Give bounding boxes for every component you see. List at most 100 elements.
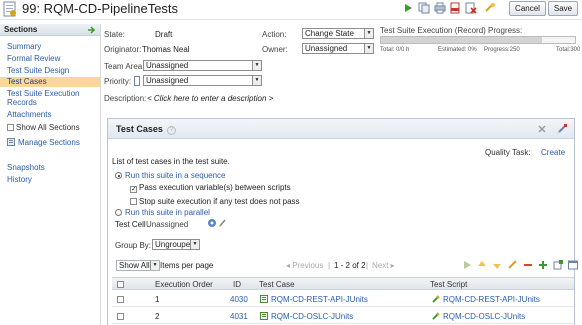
link-icon[interactable] [508,260,518,270]
show-all-sections[interactable]: Show All Sections [7,123,80,132]
items-per-page-label: Items per page [160,261,214,270]
test-cases-intro: List of test cases in the test suite. [112,157,230,166]
sidebar-item-snapshots[interactable]: Snapshots [7,163,45,172]
remove-icon[interactable] [523,260,533,270]
run-icon[interactable] [462,260,472,270]
row-execution-order: 2 [155,312,160,321]
run-parallel-option[interactable]: Run this suite in parallel [115,208,210,217]
column-header-id[interactable]: ID [233,280,241,289]
print-icon[interactable] [434,2,446,14]
row-checkbox-cell[interactable] [117,312,126,321]
run-sequence-label: Run this suite in a sequence [125,171,226,180]
test-suite-icon [3,1,16,17]
items-per-page-value: Show All [119,261,150,270]
progress-bar [380,36,576,44]
row-checkbox[interactable] [117,296,124,303]
originator-value: Thomas Neal [142,45,190,54]
sidebar-item-test-suite-design[interactable]: Test Suite Design [7,66,69,75]
pdf-icon[interactable] [449,2,461,14]
table-row[interactable]: 1 4030 RQM-CD-REST-API-JUnits RQM-CD-RES… [112,292,574,307]
row-test-case-cell: RQM-CD-OSLC-JUnits [260,312,353,321]
test-cell-select-icon[interactable] [207,218,217,228]
stop-on-fail-option[interactable]: Stop suite execution if any test does no… [130,197,300,206]
sidebar-item-formal-review[interactable]: Formal Review [7,54,60,63]
test-cell-edit-icon[interactable] [218,218,227,228]
priority-select[interactable]: Unassigned ▼ [143,75,262,86]
sidebar-item-test-suite-execution[interactable]: Test Suite Execution [7,89,79,98]
manage-sections-link[interactable]: Manage Sections [7,138,80,147]
progress-estimated: Estimated: 0% [438,47,477,53]
chevron-down-icon: ▼ [150,261,159,270]
duplicate-icon[interactable] [418,2,430,14]
select-all-checkbox-cell[interactable] [117,280,126,289]
next-page-link[interactable]: Next ▸ [372,261,395,270]
row-checkbox[interactable] [117,313,124,320]
items-per-page-select[interactable]: Show All ▼ [116,260,160,271]
pass-variables-checkbox[interactable] [130,186,137,193]
sidebar-item-attachments[interactable]: Attachments [7,110,51,119]
pass-variables-label: Pass execution variable(s) between scrip… [139,183,291,192]
pass-variables-option[interactable]: Pass execution variable(s) between scrip… [130,183,291,193]
create-quality-task-link[interactable]: Create [541,148,565,157]
test-script-link[interactable]: RQM-CD-OSLC-JUnits [443,312,525,321]
pager-separator-2: | [366,261,369,270]
show-all-checkbox[interactable] [7,124,14,131]
chevron-down-icon: ▼ [190,240,199,249]
column-header-test-case[interactable]: Test Case [259,280,295,289]
page-title: 99: RQM-CD-PipelineTests [22,1,179,16]
add-new-icon[interactable] [553,260,563,270]
team-area-select[interactable]: Unassigned ▼ [143,60,262,71]
run-icon[interactable] [402,2,414,14]
pin-icon[interactable] [87,26,96,34]
action-select[interactable]: Change State ▼ [302,28,374,39]
cancel-button[interactable]: Cancel [509,1,546,16]
row-checkbox-cell[interactable] [117,295,126,304]
row-test-script-cell: RQM-CD-OSLC-JUnits [432,312,525,321]
group-by-select[interactable]: Ungrouped ▼ [152,239,200,250]
progress-total-points: Total:300 [556,47,581,53]
test-script-link[interactable]: RQM-CD-REST-API-JUnits [443,295,540,304]
column-header-execution-order[interactable]: Execution Order [155,280,213,289]
edit-section-icon[interactable] [557,123,568,134]
move-up-icon[interactable] [477,260,487,270]
table-settings-icon[interactable] [568,260,578,270]
table-row[interactable]: 2 4031 RQM-CD-OSLC-JUnits RQM-CD-OSLC-JU… [112,309,574,324]
close-icon[interactable] [538,125,546,133]
previous-page-link[interactable]: ◂ Previous [286,261,323,270]
row-test-case-cell: RQM-CD-REST-API-JUnits [260,295,368,304]
add-icon[interactable] [538,260,548,270]
priority-label: Priority: [104,77,132,86]
sidebar-item-history[interactable]: History [7,175,32,184]
test-case-link[interactable]: RQM-CD-OSLC-JUnits [271,312,353,321]
select-all-checkbox[interactable] [117,281,124,288]
column-header-test-script[interactable]: Test Script [430,280,467,289]
stop-on-fail-checkbox[interactable] [130,198,137,205]
row-test-script-cell: RQM-CD-REST-API-JUnits [432,295,540,304]
description-field[interactable]: < Click here to enter a description > [147,94,273,103]
run-sequence-radio[interactable] [115,172,122,179]
save-button[interactable]: Save [548,1,578,16]
owner-label: Owner: [262,45,288,54]
row-id-link[interactable]: 4030 [230,295,248,304]
help-icon[interactable]: ? [166,126,176,135]
owner-select[interactable]: Unassigned ▼ [302,43,374,54]
test-case-icon [260,295,268,303]
move-down-icon[interactable] [492,260,502,270]
sidebar-item-summary[interactable]: Summary [7,42,41,51]
row-id-link[interactable]: 4031 [230,312,248,321]
run-sequence-option[interactable]: Run this suite in a sequence [115,171,226,180]
description-label: Description: [104,94,147,103]
originator-label: Originator: [104,45,142,54]
priority-icon [134,76,140,86]
sidebar-item-test-cases[interactable]: Test Cases [0,77,100,87]
delete-icon[interactable] [465,2,477,14]
page-header: 99: RQM-CD-PipelineTests Cancel Save [0,0,582,20]
run-parallel-radio[interactable] [115,209,122,216]
test-case-link[interactable]: RQM-CD-REST-API-JUnits [271,295,368,304]
quality-task-label: Quality Task: [485,148,531,157]
sidebar-item-records[interactable]: Records [7,98,37,107]
team-area-label: Team Area: [104,62,145,71]
test-script-icon [432,312,440,320]
link-icon[interactable] [484,2,496,14]
test-cell-value: Unassigned [146,220,189,229]
